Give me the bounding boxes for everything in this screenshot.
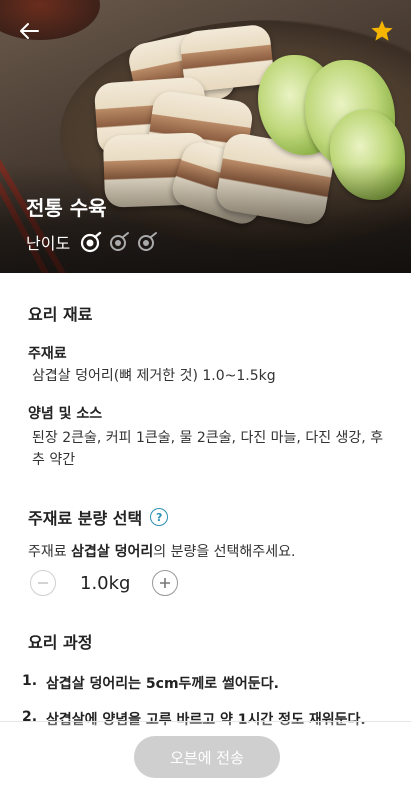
plus-icon <box>160 578 171 588</box>
main-ingredient-title: 주재료 <box>28 346 67 362</box>
send-to-oven-button[interactable]: 오븐에 전송 <box>134 736 280 778</box>
difficulty-row: 난이도 <box>26 230 164 254</box>
pan-icon-active <box>81 231 102 253</box>
increase-quantity-button[interactable] <box>152 570 179 596</box>
main-ingredient-text: 삼겹살 덩어리(뼈 제거한 것) 1.0~1.5kg <box>32 368 276 384</box>
quantity-desc-highlight: 삼겹살 덩어리 <box>71 544 154 560</box>
sauce-text: 된장 2큰술, 커피 1큰술, 물 2큰술, 다진 마늘, 다진 생강, 후추 … <box>32 430 384 468</box>
favorite-button[interactable] <box>367 16 397 46</box>
quantity-title: 주재료 분량 선택 <box>28 509 143 528</box>
quantity-desc-suffix: 의 분량을 선택해주세요. <box>153 544 296 560</box>
difficulty-label: 난이도 <box>26 234 71 253</box>
sauce-title: 양념 및 소스 <box>28 406 103 422</box>
back-button[interactable] <box>14 16 44 46</box>
arrow-left-icon <box>20 23 39 39</box>
pan-icon-inactive <box>110 232 130 251</box>
bottom-action-bar: 오븐에 전송 <box>0 721 411 799</box>
quantity-description: 주재료 삼겹살 덩어리의 분량을 선택해주세요. <box>28 541 295 563</box>
recipe-hero-image: 전통 수육 난이도 <box>0 0 411 273</box>
process-step: 1. 삼겹살 덩어리는 5cm두께로 썰어둔다. <box>22 673 279 693</box>
quantity-stepper: 1.0kg <box>30 570 179 596</box>
minus-icon <box>38 582 48 584</box>
process-title: 요리 과정 <box>28 633 93 652</box>
ingredients-title: 요리 재료 <box>28 305 93 324</box>
question-circle-icon[interactable]: ? <box>150 508 169 526</box>
star-icon <box>371 20 393 41</box>
step-text: 삼겹살 덩어리는 5cm두께로 썰어둔다. <box>46 676 279 692</box>
step-number: 1. <box>22 673 38 689</box>
quantity-value: 1.0kg <box>80 572 131 594</box>
pan-icon-inactive <box>138 232 158 251</box>
recipe-title: 전통 수육 <box>26 196 107 220</box>
quantity-desc-prefix: 주재료 <box>28 544 72 560</box>
quantity-title-row: 주재료 분량 선택 ? <box>28 505 169 529</box>
decrease-quantity-button[interactable] <box>30 570 56 596</box>
